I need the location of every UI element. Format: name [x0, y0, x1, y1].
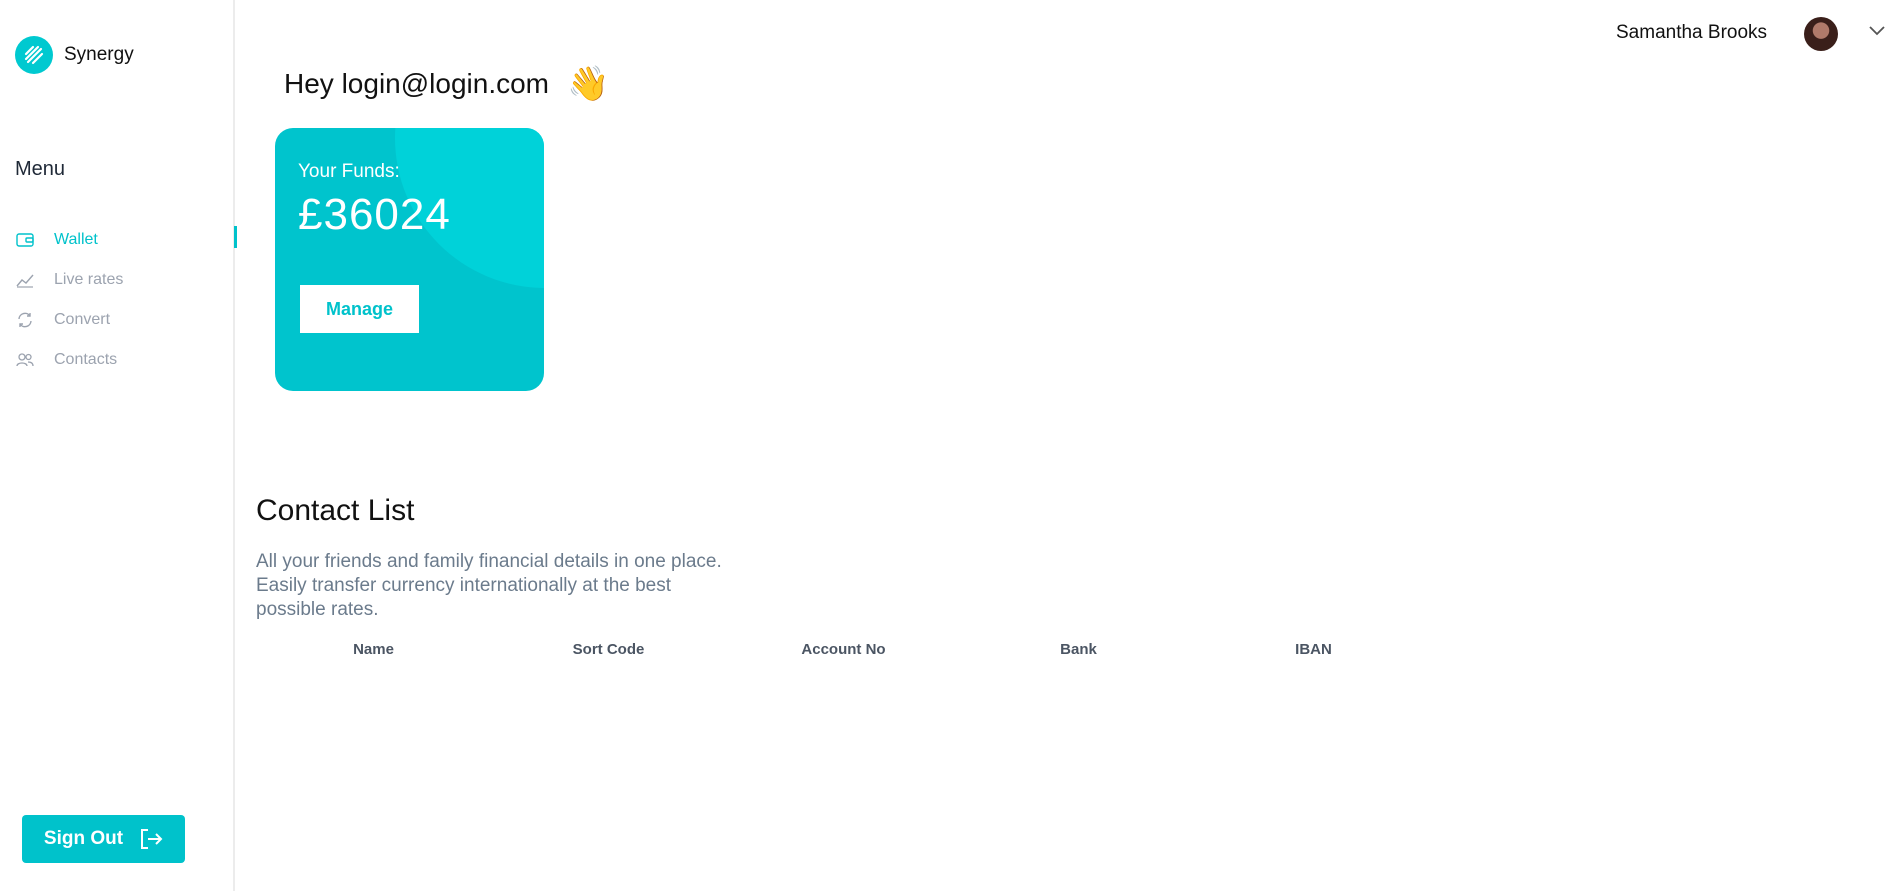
waving-hand-icon: 👋 [567, 65, 610, 103]
funds-label: Your Funds: [298, 161, 400, 182]
column-header-bank: Bank [1060, 641, 1097, 658]
chevron-down-icon[interactable] [1868, 24, 1886, 42]
sidebar-item-label: Live rates [54, 271, 124, 288]
sidebar-item-live-rates[interactable]: Live rates [0, 260, 235, 300]
brand-name: Synergy [64, 44, 134, 65]
sidebar: Synergy Menu Wallet Live rates Convert C… [0, 0, 237, 891]
sidebar-item-wallet[interactable]: Wallet [0, 220, 237, 260]
users-icon [15, 350, 35, 370]
contact-list-description: All your friends and family financial de… [256, 551, 722, 620]
synergy-logo-icon [15, 36, 53, 74]
logout-icon [139, 828, 163, 850]
column-header-sort-code: Sort Code [572, 641, 645, 658]
refresh-icon [15, 310, 35, 330]
sidebar-item-contacts[interactable]: Contacts [0, 340, 235, 380]
brand[interactable]: Synergy [15, 36, 134, 74]
wallet-icon [15, 230, 35, 250]
contact-list-title: Contact List [256, 494, 415, 527]
sidebar-item-label: Wallet [54, 231, 98, 248]
sidebar-item-convert[interactable]: Convert [0, 300, 235, 340]
contacts-table-header: Name Sort Code Account No Bank IBAN [256, 641, 1536, 658]
sidebar-item-label: Convert [54, 311, 111, 328]
funds-card: Your Funds: £36024 Manage [275, 128, 544, 391]
greeting: Hey login@login.com 👋 [284, 64, 609, 104]
column-header-account-no: Account No [801, 641, 886, 658]
sidebar-item-label: Contacts [54, 351, 118, 368]
manage-button[interactable]: Manage [300, 285, 419, 333]
column-header-iban: IBAN [1295, 641, 1332, 658]
chart-line-icon [15, 270, 35, 290]
sign-out-label: Sign Out [43, 828, 124, 849]
avatar[interactable] [1804, 17, 1838, 51]
column-header-name: Name [353, 641, 394, 658]
funds-amount: £36024 [298, 190, 451, 239]
menu-title: Menu [15, 158, 66, 180]
user-name[interactable]: Samantha Brooks [1616, 22, 1767, 44]
greeting-text: Hey login@login.com [284, 68, 549, 99]
sidebar-nav: Wallet Live rates Convert Contacts [0, 220, 237, 380]
sign-out-button[interactable]: Sign Out [22, 815, 185, 863]
